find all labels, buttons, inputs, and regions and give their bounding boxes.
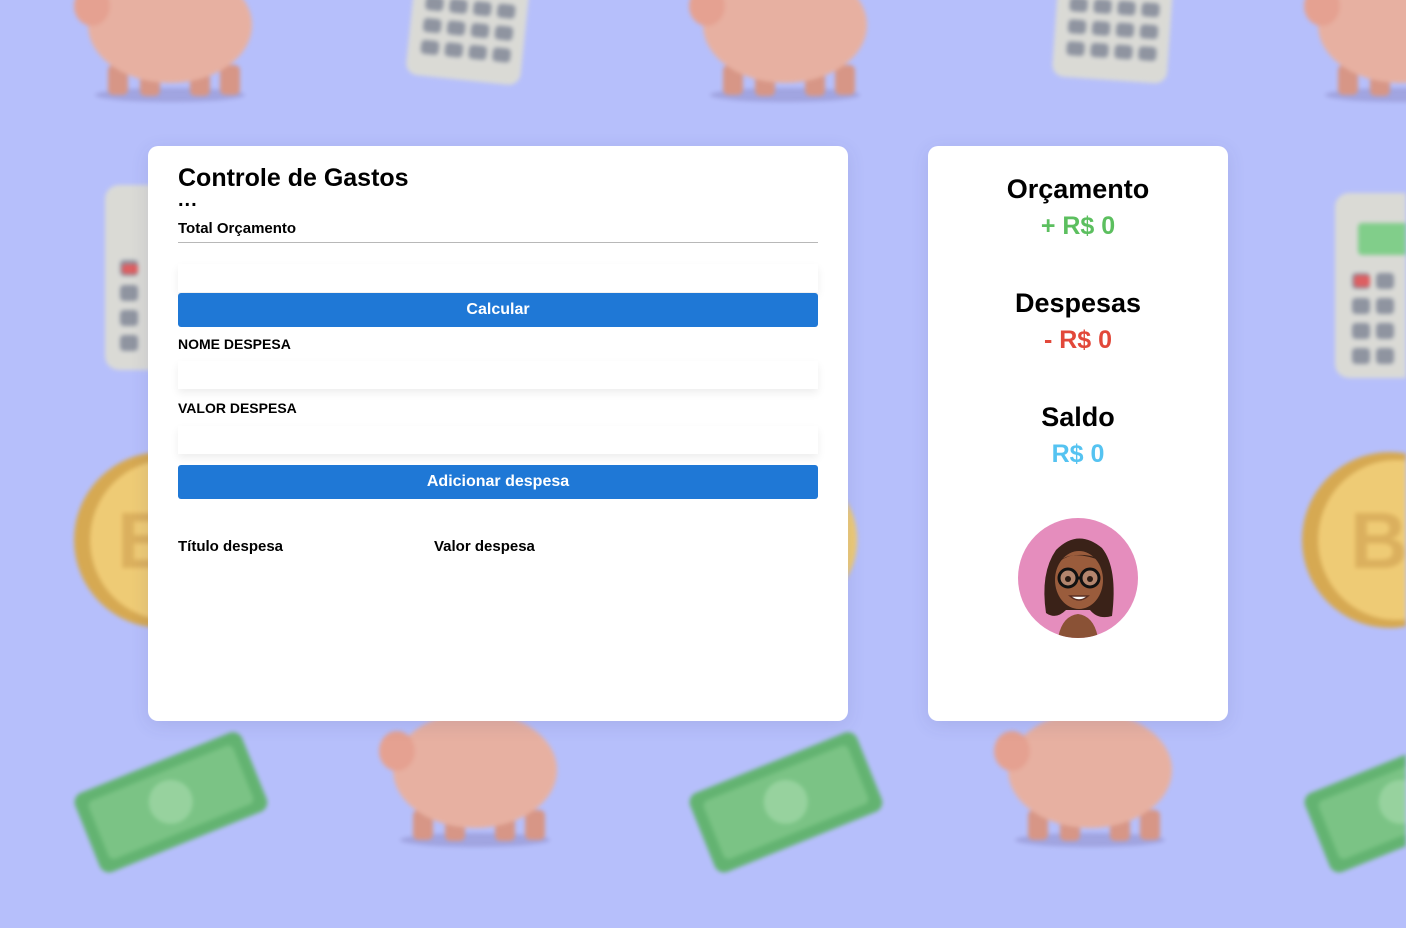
summary-card: Orçamento + R$ 0 Despesas - R$ 0 Saldo R… (928, 146, 1228, 721)
banknote-icon (74, 732, 268, 873)
piggy-bank-icon (74, 0, 252, 102)
calculator-icon (406, 0, 529, 85)
balance-title: Saldo (1041, 402, 1115, 432)
balance-value: R$ 0 (1051, 440, 1105, 468)
banknote-icon (1304, 732, 1406, 873)
more-options-icon[interactable]: ... (178, 190, 198, 210)
piggy-bank-icon (689, 0, 867, 102)
expense-value-input[interactable] (178, 426, 818, 454)
expense-name-label: NOME DESPESA (178, 336, 291, 352)
expense-control-card: Controle de Gastos ... Total Orçamento C… (148, 146, 848, 721)
expenses-value: - R$ 0 (1043, 326, 1113, 354)
page-title: Controle de Gastos (178, 164, 409, 192)
divider (178, 242, 818, 243)
budget-title: Orçamento (1006, 174, 1150, 204)
memoji-avatar-icon (1044, 538, 1114, 638)
coin-icon: B (1302, 452, 1406, 628)
calculator-icon (1335, 193, 1406, 378)
avatar (1018, 518, 1138, 638)
expense-value-label: VALOR DESPESA (178, 400, 297, 416)
add-expense-button[interactable]: Adicionar despesa (178, 465, 818, 499)
budget-value: + R$ 0 (1040, 212, 1116, 240)
expense-title-column-header: Título despesa (178, 538, 284, 555)
expense-name-input[interactable] (178, 361, 818, 389)
expenses-title: Despesas (1014, 288, 1142, 318)
piggy-bank-icon (1304, 0, 1406, 102)
calculate-button[interactable]: Calcular (178, 293, 818, 327)
coin-icon (845, 499, 857, 581)
total-budget-label: Total Orçamento (178, 220, 297, 237)
svg-text:B: B (117, 496, 152, 585)
total-budget-input[interactable] (178, 264, 818, 292)
coin-icon: B (74, 452, 152, 628)
piggy-bank-icon (379, 715, 557, 847)
calculator-icon (1052, 0, 1173, 84)
svg-text:B: B (1350, 496, 1406, 585)
banknote-icon (689, 732, 883, 873)
expense-value-column-header: Valor despesa (434, 538, 535, 555)
piggy-bank-icon (994, 715, 1172, 847)
